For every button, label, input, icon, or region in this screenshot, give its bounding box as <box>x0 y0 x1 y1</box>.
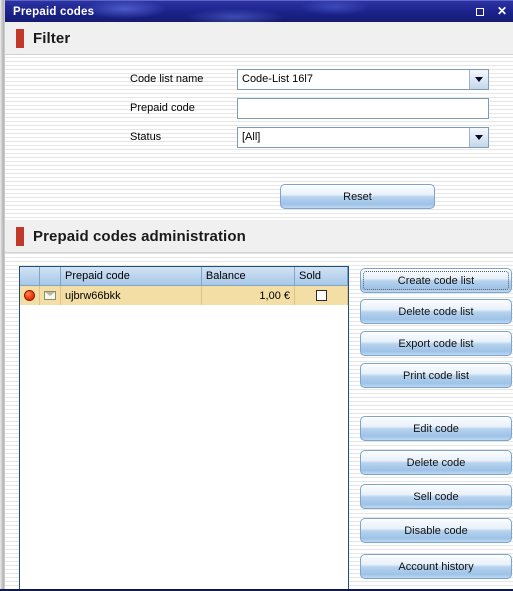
title-bar: Prepaid codes ✕ <box>5 0 513 23</box>
account-history-button[interactable]: Account history <box>360 554 512 579</box>
col-status-icon[interactable] <box>20 267 40 286</box>
filter-section-header: Filter <box>5 22 513 55</box>
export-code-list-button[interactable]: Export code list <box>360 331 512 356</box>
reset-button[interactable]: Reset <box>280 184 435 209</box>
red-circle-icon <box>24 290 35 302</box>
administration-section-title: Prepaid codes administration <box>33 227 246 245</box>
print-code-list-button[interactable]: Print code list <box>360 363 512 388</box>
prepaid-codes-table[interactable]: Prepaid code Balance Sold ujbrw66bkk 1,0… <box>19 266 349 589</box>
sell-code-button[interactable]: Sell code <box>360 484 512 509</box>
form-row-prepaid-code: Prepaid code <box>5 97 513 119</box>
col-prepaid-code[interactable]: Prepaid code <box>60 267 202 286</box>
col-sold[interactable]: Sold <box>294 267 348 286</box>
create-code-list-label: Create code list <box>397 274 475 287</box>
row-status-icon-cell <box>20 285 40 305</box>
window-title: Prepaid codes <box>13 6 95 18</box>
chevron-down-icon[interactable] <box>469 69 488 89</box>
window-body: Filter Code list name Code-List 16l7 Pre… <box>5 22 513 589</box>
form-row-code-list-name: Code list name Code-List 16l7 <box>5 68 513 90</box>
disable-code-button[interactable]: Disable code <box>360 518 512 543</box>
status-value: [All] <box>242 131 261 143</box>
col-type-icon[interactable] <box>39 267 61 286</box>
status-combobox[interactable]: [All] <box>237 126 489 148</box>
accent-bar <box>16 226 24 246</box>
label-status: Status <box>130 131 162 143</box>
code-list-name-value: Code-List 16l7 <box>242 73 313 85</box>
window-controls: ✕ <box>475 1 507 23</box>
create-code-list-button[interactable]: Create code list <box>360 268 512 293</box>
sold-checkbox[interactable] <box>315 290 327 302</box>
delete-code-button[interactable]: Delete code <box>360 450 512 475</box>
delete-code-list-button[interactable]: Delete code list <box>360 299 512 324</box>
cell-balance: 1,00 € <box>201 285 296 305</box>
maximize-icon[interactable] <box>475 8 484 16</box>
administration-section-header: Prepaid codes administration <box>5 220 513 253</box>
prepaid-codes-window: Prepaid codes ✕ Filter Code list name Co… <box>0 0 513 591</box>
cell-sold <box>294 285 348 305</box>
chevron-down-icon[interactable] <box>469 127 488 147</box>
cell-prepaid-code: ujbrw66bkk <box>60 285 202 305</box>
edit-code-button[interactable]: Edit code <box>360 416 512 441</box>
label-code-list-name: Code list name <box>130 73 204 85</box>
accent-bar <box>16 28 24 48</box>
table-row[interactable]: ujbrw66bkk 1,00 € <box>20 285 348 305</box>
form-row-status: Status [All] <box>5 126 513 148</box>
filter-section-title: Filter <box>33 29 71 47</box>
close-icon[interactable]: ✕ <box>497 5 507 17</box>
prepaid-code-input[interactable] <box>237 97 489 119</box>
row-type-icon-cell <box>39 285 61 305</box>
label-prepaid-code: Prepaid code <box>130 102 195 114</box>
table-header-row: Prepaid code Balance Sold <box>20 267 348 286</box>
envelope-icon <box>44 291 56 301</box>
col-balance[interactable]: Balance <box>201 267 296 286</box>
code-list-name-combobox[interactable]: Code-List 16l7 <box>237 68 489 90</box>
left-gutter <box>0 0 5 589</box>
